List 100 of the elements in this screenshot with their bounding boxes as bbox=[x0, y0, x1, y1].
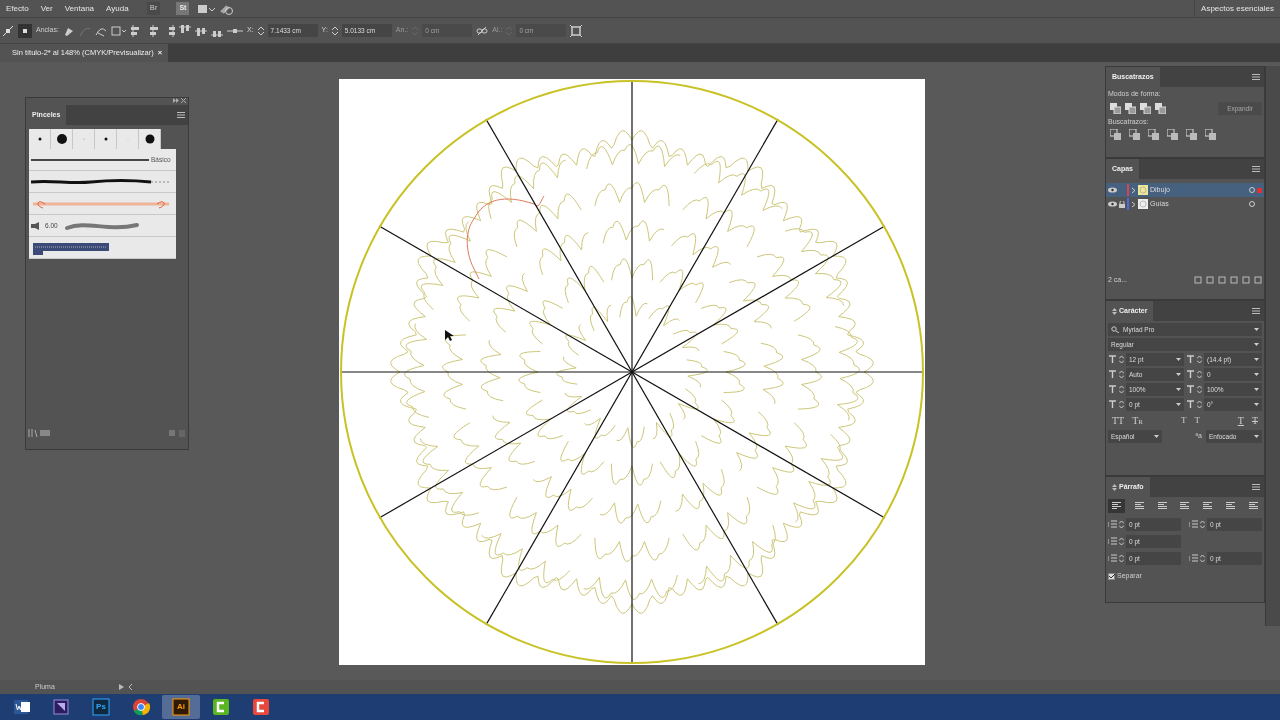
menu-icon[interactable] bbox=[177, 112, 185, 118]
divide-icon[interactable] bbox=[1110, 129, 1121, 140]
paragraph-align-icon bbox=[1157, 502, 1167, 510]
search-icon bbox=[1111, 326, 1119, 333]
minus-front-icon[interactable] bbox=[1125, 102, 1136, 114]
paragraph-align-icon bbox=[1203, 502, 1213, 510]
menu-item[interactable]: Efecto bbox=[0, 0, 35, 18]
trim-icon[interactable] bbox=[1129, 129, 1140, 140]
target-icon[interactable] bbox=[1249, 201, 1255, 207]
delete-icon[interactable] bbox=[1254, 276, 1262, 285]
unite-icon[interactable] bbox=[1110, 102, 1121, 114]
menu-item[interactable]: Ventana bbox=[58, 0, 101, 18]
new-sublayer-icon[interactable] bbox=[1230, 276, 1238, 285]
search-icon[interactable] bbox=[1206, 276, 1214, 285]
sync-icon[interactable] bbox=[219, 2, 234, 15]
anchor-point-icon[interactable] bbox=[18, 23, 32, 38]
convert-anchor-icon[interactable] bbox=[2, 24, 14, 37]
layout-icon[interactable] bbox=[197, 3, 216, 14]
stepper-icon[interactable] bbox=[1119, 355, 1124, 364]
stepper-icon[interactable] bbox=[1119, 537, 1124, 546]
workspace-switcher[interactable]: Aspectos esenciales bbox=[1194, 0, 1280, 18]
new-layer-icon[interactable] bbox=[1242, 276, 1250, 285]
lock-icon[interactable] bbox=[1119, 200, 1125, 208]
stepper-icon[interactable] bbox=[331, 24, 338, 37]
menu-item[interactable]: Ver bbox=[34, 0, 59, 18]
type-style-button[interactable]: T bbox=[1190, 413, 1204, 428]
app-icon bbox=[171, 697, 191, 717]
type-style-button[interactable]: Tr bbox=[1128, 413, 1147, 428]
layer-thumbnail bbox=[1138, 185, 1148, 195]
close-icon[interactable] bbox=[181, 98, 186, 103]
align-button[interactable] bbox=[1108, 499, 1125, 513]
stepper-icon[interactable] bbox=[1200, 520, 1205, 529]
brush-stroke-icon[interactable] bbox=[31, 157, 149, 162]
menu-icon[interactable] bbox=[1252, 166, 1260, 172]
stepper-icon[interactable] bbox=[1119, 520, 1124, 529]
caret-icon bbox=[1154, 435, 1159, 438]
paragraph-align-icon bbox=[1180, 502, 1190, 510]
stepper-icon[interactable] bbox=[1197, 400, 1202, 409]
stepper-icon[interactable] bbox=[1119, 554, 1124, 563]
type-style-button[interactable]: T bbox=[1176, 413, 1191, 428]
app-icon bbox=[51, 697, 71, 717]
stepper-icon[interactable] bbox=[257, 24, 264, 37]
collapse-arrows-icon[interactable] bbox=[1112, 483, 1117, 491]
caret-icon bbox=[1254, 373, 1259, 376]
app-icon bbox=[211, 697, 231, 717]
target-icon[interactable] bbox=[1249, 187, 1255, 193]
stepper-icon[interactable] bbox=[1119, 370, 1124, 379]
transform-icon[interactable] bbox=[110, 24, 127, 37]
outline-icon[interactable] bbox=[1186, 129, 1197, 140]
type-style-button[interactable]: TT bbox=[1108, 413, 1129, 428]
export-icon[interactable] bbox=[1194, 276, 1202, 285]
minus-back-icon[interactable] bbox=[1205, 129, 1216, 140]
stepper-icon[interactable] bbox=[1119, 400, 1124, 409]
stepper-icon[interactable] bbox=[1200, 554, 1205, 563]
stepper-icon[interactable] bbox=[1197, 355, 1202, 364]
stepper-icon[interactable] bbox=[1197, 385, 1202, 394]
merge-icon[interactable] bbox=[1148, 129, 1159, 140]
exclude-icon[interactable] bbox=[1155, 102, 1166, 114]
brush-stroke-icon[interactable] bbox=[31, 178, 171, 185]
caret-icon bbox=[1254, 358, 1259, 361]
caret-icon bbox=[1254, 343, 1259, 346]
unlink-icon[interactable] bbox=[476, 25, 489, 36]
play-icon[interactable] bbox=[118, 684, 124, 690]
taskbar-app[interactable]: Ps bbox=[82, 695, 120, 719]
paragraph-align-icon bbox=[1112, 502, 1121, 510]
reference-point-icon[interactable] bbox=[226, 26, 243, 35]
app-icon bbox=[11, 697, 31, 717]
paragraph-align-icon bbox=[1226, 502, 1236, 510]
menu-icon[interactable] bbox=[1252, 74, 1260, 80]
brush-tip-icon[interactable] bbox=[143, 133, 156, 145]
clip-mask-icon[interactable] bbox=[1218, 276, 1226, 285]
collapse-icon[interactable] bbox=[173, 98, 179, 103]
type-style-button[interactable]: T bbox=[1233, 413, 1248, 428]
chevron-left-icon[interactable] bbox=[127, 684, 132, 690]
eye-icon[interactable] bbox=[1108, 201, 1117, 207]
menu-item[interactable]: Ayuda bbox=[100, 0, 135, 18]
taskbar-app[interactable]: Ai bbox=[162, 695, 200, 719]
brush-tip-icon[interactable] bbox=[55, 133, 68, 145]
crop-icon[interactable] bbox=[1167, 129, 1178, 140]
caret-icon bbox=[1254, 328, 1259, 331]
menu-icon[interactable] bbox=[1252, 484, 1260, 490]
menu-icon[interactable] bbox=[1252, 308, 1260, 314]
eye-icon[interactable] bbox=[1108, 187, 1117, 193]
caret-icon bbox=[1254, 403, 1259, 406]
type-style-button[interactable]: T bbox=[1247, 413, 1262, 428]
fit-frame-icon[interactable] bbox=[570, 24, 583, 37]
caret-icon bbox=[1254, 435, 1259, 438]
checkbox[interactable] bbox=[1108, 572, 1115, 580]
caret-icon bbox=[1176, 358, 1181, 361]
paragraph-align-icon bbox=[1248, 502, 1258, 510]
intersect-icon[interactable] bbox=[1140, 102, 1151, 114]
app-icon bbox=[131, 697, 151, 717]
collapse-arrows-icon[interactable] bbox=[1112, 307, 1117, 315]
stepper-icon[interactable] bbox=[1197, 370, 1202, 379]
cursor-icon bbox=[445, 330, 455, 342]
selection-indicator bbox=[1257, 187, 1262, 193]
library-icon[interactable] bbox=[28, 429, 38, 437]
options-icon[interactable] bbox=[40, 429, 50, 437]
stepper-icon[interactable] bbox=[1119, 385, 1124, 394]
pattern-brush-icon[interactable] bbox=[31, 240, 111, 255]
